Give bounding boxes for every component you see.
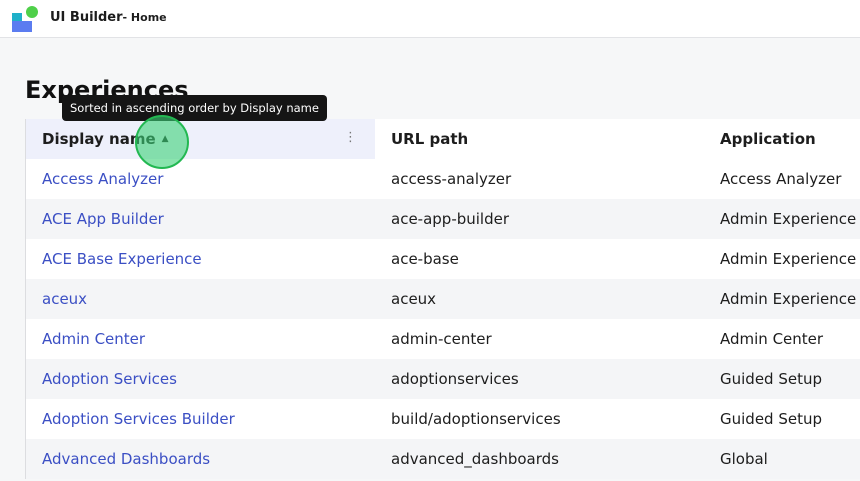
row-url-path: ace-base <box>391 250 459 268</box>
row-url-path: access-analyzer <box>391 170 512 188</box>
row-application: Admin Center <box>720 330 824 348</box>
row-application: Guided Setup <box>720 410 822 428</box>
row-url-path: build/adoptionservices <box>391 410 561 428</box>
row-application: Admin Experience <box>720 210 857 228</box>
row-url-path: advanced_dashboards <box>391 450 559 468</box>
column-header-display-name[interactable]: Display name▲⋮ <box>26 119 375 159</box>
row-application: Access Analyzer <box>720 170 842 188</box>
experience-link[interactable]: ACE Base Experience <box>42 250 202 268</box>
experience-link[interactable]: ACE App Builder <box>42 210 164 228</box>
table-row: ACE App Builder ace-app-builder Admin Expe… <box>26 199 860 239</box>
row-display-name-cell: ACE Base Experience <box>26 239 375 279</box>
table-row: Adoption Services adoptionservices Guided … <box>26 359 860 399</box>
table-row: Advanced Dashboards advanced_dashboards Gl… <box>26 439 860 479</box>
row-display-name-cell: Access Analyzer <box>26 159 375 199</box>
row-application: Global <box>720 450 768 468</box>
experience-link[interactable]: Adoption Services Builder <box>42 410 235 428</box>
top-bar: UI Builder- Home <box>0 0 860 38</box>
column-menu-icon[interactable]: ⋮ <box>344 130 357 145</box>
row-application: Guided Setup <box>720 370 822 388</box>
experience-link[interactable]: aceux <box>42 290 87 308</box>
row-url-path: ace-app-builder <box>391 210 510 228</box>
row-url-path: admin-center <box>391 330 492 348</box>
row-application: Admin Experience <box>720 250 857 268</box>
row-display-name-cell: Adoption Services <box>26 359 375 399</box>
experience-link[interactable]: Adoption Services <box>42 370 177 388</box>
experience-link[interactable]: Advanced Dashboards <box>42 450 210 468</box>
row-display-name-cell: Adoption Services Builder <box>26 399 375 439</box>
column-header-application[interactable]: Application <box>704 130 860 148</box>
ui-builder-logo-icon <box>12 6 40 32</box>
row-url-path: adoptionservices <box>391 370 519 388</box>
table-row: Adoption Services Builder build/adoptions… <box>26 399 860 439</box>
table-row: Admin Center admin-center Admin Center <box>26 319 860 359</box>
click-indicator <box>135 115 189 169</box>
experience-link[interactable]: Admin Center <box>42 330 145 348</box>
row-display-name-cell: ACE App Builder <box>26 199 375 239</box>
app-name: UI Builder <box>50 10 123 25</box>
column-header-url-path[interactable]: URL path <box>375 130 704 148</box>
app-title: UI Builder- Home <box>50 10 167 25</box>
row-application: Admin Experience <box>720 290 857 308</box>
table-row: ACE Base Experience ace-base Admin Experie… <box>26 239 860 279</box>
row-display-name-cell: Admin Center <box>26 319 375 359</box>
table-row: aceux aceux Admin Experience <box>26 279 860 319</box>
row-display-name-cell: aceux <box>26 279 375 319</box>
row-url-path: aceux <box>391 290 437 308</box>
app-subtitle: - Home <box>122 11 167 24</box>
sort-tooltip: Sorted in ascending order by Display nam… <box>62 95 327 121</box>
experience-link[interactable]: Access Analyzer <box>42 170 163 188</box>
row-display-name-cell: Advanced Dashboards <box>26 439 375 479</box>
experiences-table: Display name▲⋮ URL path Application Acce… <box>25 119 860 479</box>
